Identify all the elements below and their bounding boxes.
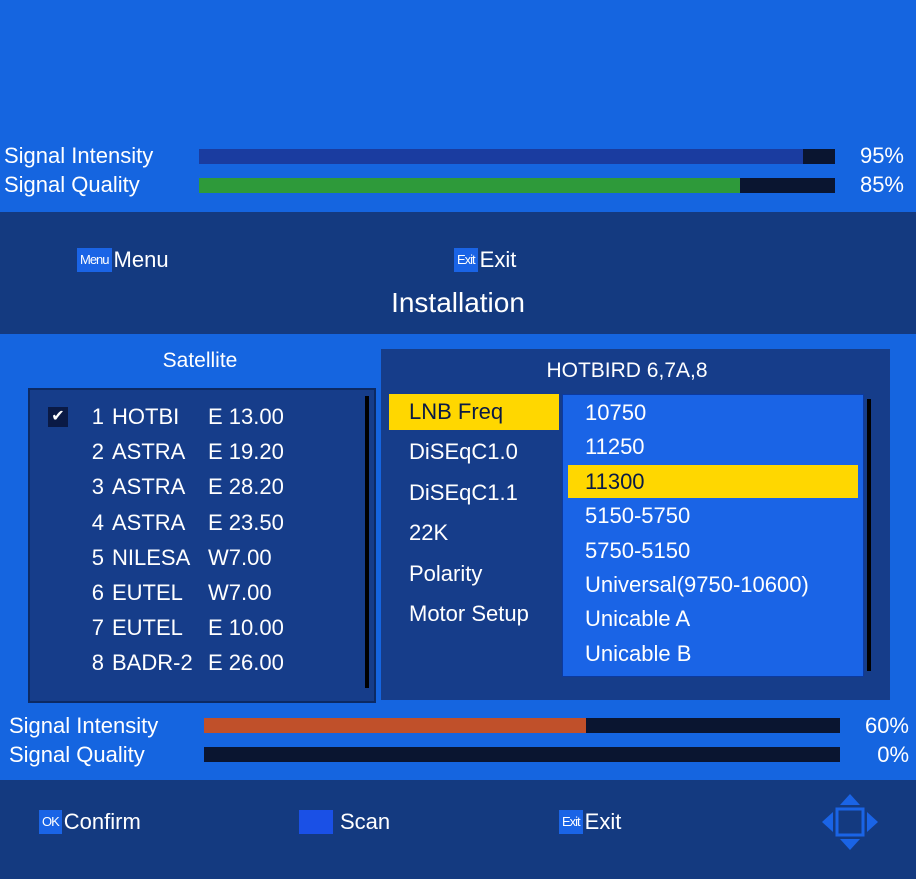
dropdown-option[interactable]: Universal(9750-10600) [568,568,858,601]
dropdown-option[interactable]: 11250 [568,430,858,463]
dropdown-option[interactable]: Unicable B [568,637,858,670]
dropdown-option[interactable]: 11300 [568,464,858,498]
top-signal-intensity-bar [199,149,835,164]
bottom-signal-quality-bar [204,747,840,762]
exit-key-badge-bottom: Exit [559,810,583,834]
satellite-pos: E 23.50 [208,509,284,535]
satellite-name: EUTEL [112,615,183,641]
top-signal-intensity-label: Signal Intensity [4,143,154,168]
satellite-num: 7 [91,615,104,641]
settings-item[interactable]: DiSEqC1.1 [389,475,559,511]
satellite-name: HOTBI [112,404,180,429]
satellite-num: 8 [91,650,104,676]
top-signal-quality-label: Signal Quality [4,172,140,197]
bottom-signal-intensity-value: 60% [864,713,909,738]
dropdown-option[interactable]: Unicable A [568,602,858,635]
top-signal-intensity-fill [199,149,804,164]
satellite-name: ASTRA [112,439,186,465]
confirm-label: Confirm [63,809,141,834]
exit-button-top[interactable]: Exit Exit [454,247,516,273]
ok-key-badge: OK [39,810,62,834]
settings-item[interactable]: DiSEqC1.0 [389,434,559,470]
settings-item[interactable]: 22K [389,515,559,551]
bottom-signal-quality-label: Signal Quality [9,742,145,767]
dropdown-option[interactable]: 10750 [568,396,858,429]
menu-button[interactable]: Menu Menu [77,247,169,273]
dropdown-option[interactable]: 5150-5750 [568,499,858,532]
satellite-num: 6 [91,580,104,605]
satellite-name: NILESA [112,544,191,570]
satellite-pos: E 28.20 [208,474,284,500]
settings-panel: HOTBIRD 6,7A,8 LNB Freq DiSEqC1.0 DiSEqC1.… [381,349,890,700]
dropdown-option[interactable]: 5750-5150 [568,534,858,567]
satellite-row[interactable]: 2 ASTRA E 19.20 [30,434,360,469]
dpad-arrows-icon [822,794,878,850]
settings-item[interactable]: LNB Freq [389,394,559,430]
satellite-header: Satellite [162,349,238,372]
satellite-pos: E 13.00 [208,404,284,429]
satellite-name: BADR-2 [112,650,193,676]
top-signal-intensity-value: 95% [859,143,904,168]
bottom-signal-intensity-fill [204,718,586,733]
exit-label-bottom: Exit [584,809,622,834]
bottom-signal-intensity-label: Signal Intensity [9,713,159,738]
bottom-signal-quality-value: 0% [877,742,909,767]
satellite-num: 3 [91,474,104,500]
top-signal-quality-bar [199,178,835,193]
page-title: Installation [391,287,525,318]
satellite-num: 5 [91,544,104,570]
satellite-pos: W7.00 [208,580,272,605]
satellite-row[interactable]: 7 EUTEL E 10.00 [30,610,360,645]
header-band: Menu Menu Exit Exit Installation [0,212,916,334]
satellite-row[interactable]: 6 EUTEL W7.00 [30,575,360,610]
top-signal-quality-fill [199,178,740,193]
satellite-list[interactable]: ✔ 1 HOTBI E 13.00 2 ASTRA E 19.20 3 ASTRA E 28.20… [28,388,376,703]
menu-label: Menu [113,247,169,272]
checkmark-icon[interactable]: ✔ [48,407,68,427]
satellite-scrollbar[interactable] [365,396,369,688]
top-signal-quality-value: 85% [859,172,904,197]
satellite-name: ASTRA [112,474,186,500]
settings-item[interactable]: Polarity [389,556,559,592]
satellite-row[interactable]: 3 ASTRA E 28.20 [30,469,360,504]
menu-key-badge: Menu [77,248,112,272]
blue-key-icon [299,810,333,834]
satellite-num: 2 [91,439,104,465]
exit-key-badge-top: Exit [454,248,478,272]
settings-title: HOTBIRD 6,7A,8 [546,359,708,382]
bottom-signal-intensity-bar [204,718,840,733]
exit-label-top: Exit [479,247,517,272]
satellite-name: EUTEL [112,580,183,605]
exit-button-bottom[interactable]: Exit Exit [559,809,621,835]
footer-band: OK Confirm Scan Exit Exit [0,780,916,879]
lnb-freq-dropdown[interactable]: 10750 11250 11300 5150-5750 5750-5150 Univers… [562,394,871,677]
satellite-pos: E 26.00 [208,650,284,676]
dropdown-scrollbar[interactable] [867,399,871,671]
satellite-row[interactable]: 8 BADR-2 E 26.00 [30,645,360,680]
settings-item[interactable]: Motor Setup [389,596,559,632]
satellite-row[interactable]: 4 ASTRA E 23.50 [30,505,360,540]
satellite-num: 1 [91,404,104,429]
satellite-row[interactable]: ✔ 1 HOTBI E 13.00 [30,399,360,434]
scan-label: Scan [340,809,391,834]
scan-button[interactable]: Scan [299,809,390,835]
confirm-button[interactable]: OK Confirm [39,809,141,835]
satellite-row[interactable]: 5 NILESA W7.00 [30,540,360,575]
satellite-num: 4 [91,509,104,535]
satellite-pos: E 19.20 [208,439,284,465]
satellite-pos: E 10.00 [208,615,284,641]
satellite-pos: W7.00 [208,544,272,570]
satellite-name: ASTRA [112,509,186,535]
